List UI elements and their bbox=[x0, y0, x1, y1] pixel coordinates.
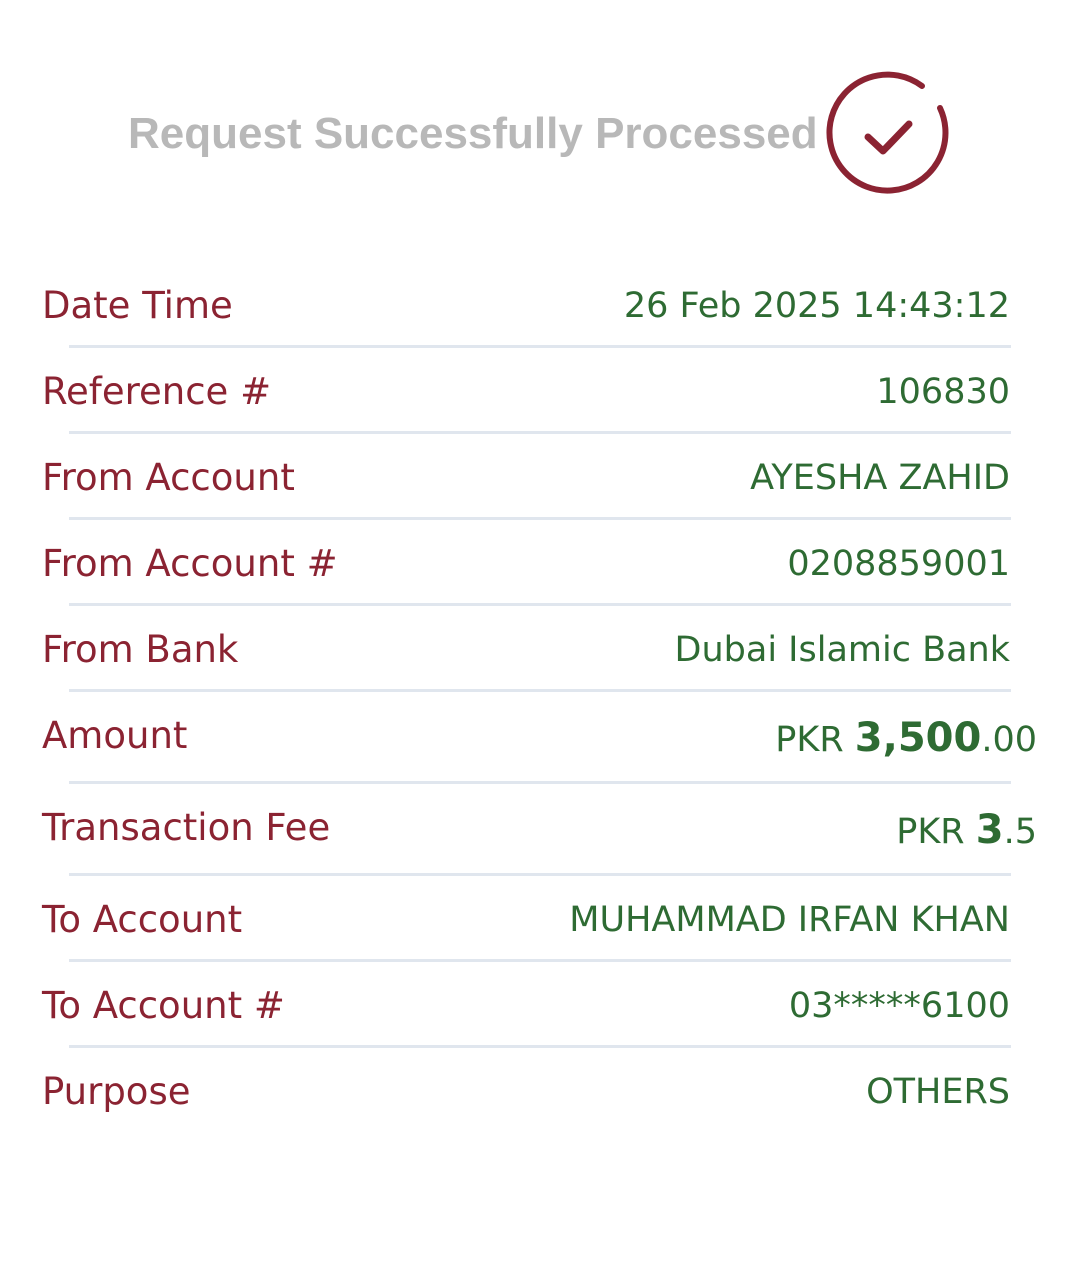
fee-decimal: .5 bbox=[1003, 812, 1037, 852]
to-account-number-value: 03*****6100 bbox=[788, 986, 1010, 1026]
date-time-label: Date Time bbox=[42, 284, 233, 327]
purpose-value: OTHERS bbox=[866, 1072, 1010, 1112]
amount-label: Amount bbox=[42, 714, 188, 757]
to-account-label: To Account bbox=[42, 898, 243, 941]
check-circle-icon bbox=[826, 71, 949, 194]
detail-row-reference: Reference # 106830 bbox=[0, 348, 1080, 434]
amount-value: PKR 3,500.00 bbox=[775, 714, 1037, 764]
date-time-value: 26 Feb 2025 14:43:12 bbox=[623, 286, 1010, 326]
amount-currency: PKR bbox=[775, 720, 844, 760]
from-bank-label: From Bank bbox=[42, 628, 239, 671]
detail-row-amount: Amount PKR 3,500.00 bbox=[0, 692, 1080, 784]
from-account-number-value: 0208859001 bbox=[787, 544, 1010, 584]
detail-row-transaction-fee: Transaction Fee PKR 3.5 bbox=[0, 784, 1080, 876]
transaction-fee-value: PKR 3.5 bbox=[896, 806, 1037, 856]
transaction-fee-label: Transaction Fee bbox=[42, 806, 331, 849]
detail-row-to-account-number: To Account # 03*****6100 bbox=[0, 962, 1080, 1048]
receipt-header: Request Successfully Processed bbox=[0, 60, 1080, 210]
to-account-value: MUHAMMAD IRFAN KHAN bbox=[569, 900, 1010, 940]
purpose-label: Purpose bbox=[42, 1070, 191, 1113]
fee-currency: PKR bbox=[896, 812, 965, 852]
from-account-number-label: From Account # bbox=[42, 542, 338, 585]
to-account-number-label: To Account # bbox=[42, 984, 285, 1027]
from-account-value: AYESHA ZAHID bbox=[750, 458, 1010, 498]
transaction-details: Date Time 26 Feb 2025 14:43:12 Reference… bbox=[0, 262, 1080, 1134]
from-bank-value: Dubai Islamic Bank bbox=[674, 630, 1010, 670]
amount-decimal: .00 bbox=[981, 720, 1037, 760]
detail-row-date-time: Date Time 26 Feb 2025 14:43:12 bbox=[0, 262, 1080, 348]
detail-row-from-account-number: From Account # 0208859001 bbox=[0, 520, 1080, 606]
detail-row-purpose: Purpose OTHERS bbox=[0, 1048, 1080, 1134]
fee-whole: 3 bbox=[975, 807, 1004, 853]
detail-row-from-account: From Account AYESHA ZAHID bbox=[0, 434, 1080, 520]
detail-row-from-bank: From Bank Dubai Islamic Bank bbox=[0, 606, 1080, 692]
page-title: Request Successfully Processed bbox=[128, 109, 818, 158]
amount-whole: 3,500 bbox=[854, 715, 982, 761]
reference-value: 106830 bbox=[876, 372, 1010, 412]
reference-label: Reference # bbox=[42, 370, 272, 413]
from-account-label: From Account bbox=[42, 456, 295, 499]
detail-row-to-account: To Account MUHAMMAD IRFAN KHAN bbox=[0, 876, 1080, 962]
